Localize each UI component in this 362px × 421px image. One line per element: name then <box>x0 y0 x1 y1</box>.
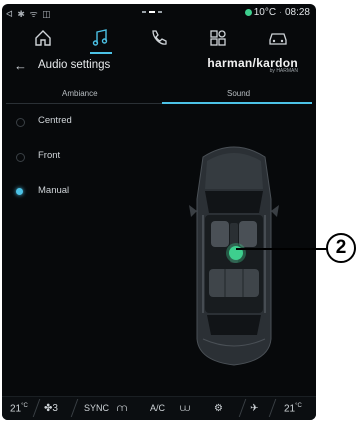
tab-sound-indicator <box>162 102 312 104</box>
status-right: 10°C · 08:28 <box>244 7 310 18</box>
radio-manual[interactable] <box>16 188 23 195</box>
infotainment-screen: ᐊ ✱ ᯤ ◫ 10°C · 08:28 ← Audio settings ha… <box>2 4 316 420</box>
option-label: Front <box>38 150 61 161</box>
status-icons: ᐊ ✱ ᯤ ◫ <box>6 9 52 19</box>
page-title: Audio settings <box>38 59 111 71</box>
page-header: ← Audio settings harman/kardon by HARMAN <box>2 56 316 80</box>
car-top-view[interactable] <box>189 139 279 369</box>
callout-number: 2 <box>326 233 356 263</box>
top-navigation <box>2 24 316 54</box>
option-label: Centred <box>38 115 72 126</box>
climate-bar: 21°C ✤3 SYNC ⩋ A/C ⩊ ⚙ ✈ 21°C <box>2 396 316 420</box>
home-icon[interactable] <box>32 27 56 49</box>
car-icon[interactable] <box>267 27 291 49</box>
option-label: Manual <box>38 185 70 196</box>
tab-ambiance[interactable]: Ambiance <box>62 89 98 98</box>
status-bar: ᐊ ✱ ᯤ ◫ 10°C · 08:28 <box>2 4 316 22</box>
radio-front[interactable] <box>16 153 25 162</box>
back-button[interactable]: ← <box>14 58 27 73</box>
brand-logo: harman/kardon by HARMAN <box>207 56 298 74</box>
phone-icon[interactable] <box>148 27 172 49</box>
callout-line <box>236 248 328 250</box>
page-indicator <box>142 11 164 15</box>
tab-sound[interactable]: Sound <box>227 89 250 98</box>
ac-button[interactable]: A/C <box>150 403 165 413</box>
music-note-icon[interactable] <box>89 27 113 49</box>
apps-grid-icon[interactable] <box>207 27 231 49</box>
sync-button[interactable]: SYNC <box>84 403 109 413</box>
left-temperature[interactable]: 21°C <box>10 403 28 414</box>
fan-speed[interactable]: ✤3 <box>44 403 58 414</box>
outside-temperature: 10°C <box>253 7 277 18</box>
right-temperature[interactable]: 21°C <box>284 403 302 414</box>
front-heat-icon[interactable]: ⩊ <box>180 403 190 414</box>
clock: 08:28 <box>284 7 310 18</box>
rear-heat-icon[interactable]: ⩋ <box>117 403 127 414</box>
tab-divider <box>6 103 162 104</box>
active-tab-indicator <box>90 52 112 54</box>
radio-centred[interactable] <box>16 118 25 127</box>
fan-right-icon[interactable]: ✈ <box>250 403 258 414</box>
seat-heat-icon[interactable]: ⚙ <box>214 403 223 414</box>
weather-icon <box>244 8 252 16</box>
settings-tabs: Ambiance Sound <box>2 86 316 106</box>
